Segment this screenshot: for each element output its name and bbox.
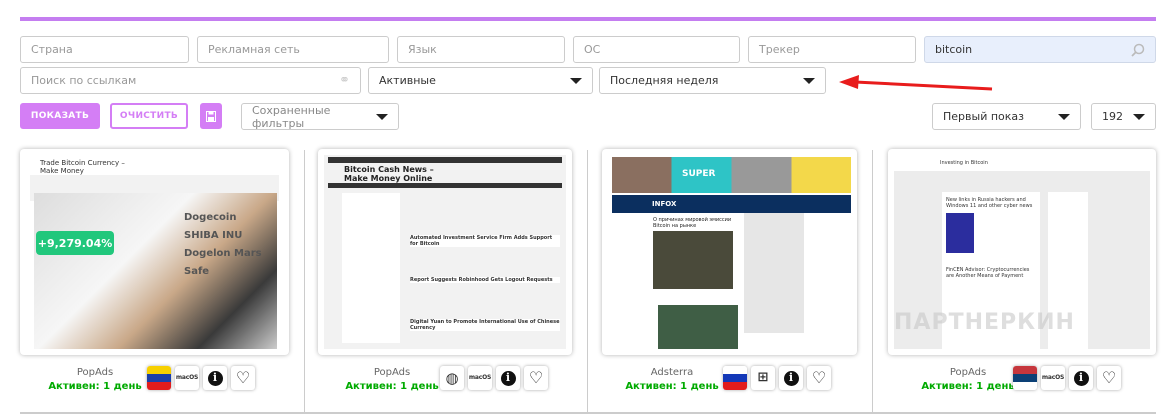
link-search-input[interactable]: Поиск по ссылкам ⚭	[20, 67, 361, 94]
favorite-button[interactable]: ♡	[1097, 366, 1121, 390]
save-filter-button[interactable]	[200, 103, 222, 129]
favorite-button[interactable]: ♡	[807, 366, 831, 390]
tracker-placeholder: Трекер	[759, 43, 800, 56]
link-icon: ⚭	[339, 73, 350, 88]
shot-banner: SUPER	[682, 169, 716, 179]
creative-card[interactable]: Trade Bitcoin Currency – Make Money +9,2…	[20, 149, 289, 355]
column-divider	[304, 150, 305, 412]
info-button[interactable]: i	[779, 366, 803, 390]
heart-icon: ♡	[1101, 368, 1117, 387]
info-button[interactable]: i	[496, 366, 520, 390]
heart-icon: ♡	[528, 368, 544, 387]
period-value: Последняя неделя	[610, 74, 719, 87]
shot-coin: Dogecoin	[184, 212, 237, 223]
shot-post: FinCEN Advisor: Cryptocurrencies are Ano…	[946, 267, 1036, 279]
column-divider	[587, 150, 588, 412]
saved-filters-label: Сохраненные фильтры	[252, 103, 331, 130]
flag-russia-icon	[723, 366, 747, 390]
macos-icon: macOS	[175, 366, 199, 390]
shot-post: Report Suggests Robinhood Gets Logout Re…	[410, 277, 560, 283]
per-page-value: 192	[1102, 110, 1123, 123]
info-icon: i	[500, 370, 516, 386]
bottom-divider	[20, 412, 1156, 414]
chevron-down-icon	[1058, 113, 1070, 120]
adnetwork-placeholder: Рекламная сеть	[208, 43, 300, 56]
status-active-label: Активен: 1 день	[921, 381, 1015, 392]
heart-icon: ♡	[235, 368, 251, 387]
macos-icon: macOS	[468, 366, 492, 390]
show-button[interactable]: ПОКАЗАТЬ	[20, 103, 100, 129]
shot-coin: SHIBA INU	[184, 230, 243, 241]
shot-post: Digital Yuan to Promote International Us…	[410, 319, 560, 331]
watermark: ПАРТНЕРКИН	[894, 310, 1075, 335]
floppy-disk-icon	[206, 110, 216, 122]
sort-select[interactable]: Первый показ	[932, 103, 1081, 130]
per-page-select[interactable]: 192	[1091, 103, 1156, 130]
red-arrow-annotation	[839, 75, 993, 91]
period-select[interactable]: Последняя неделя	[599, 67, 826, 94]
favorite-button[interactable]: ♡	[524, 366, 548, 390]
country-placeholder: Страна	[31, 43, 73, 56]
chevron-down-icon	[1133, 113, 1145, 120]
status-active-label: Активен: 1 день	[48, 381, 142, 392]
shot-headline: +9,279.04%	[36, 231, 114, 255]
heart-icon: ♡	[811, 368, 827, 387]
search-icon[interactable]	[1131, 43, 1145, 57]
globe-icon: ◍	[440, 366, 464, 390]
status-active-label: Активен: 1 день	[345, 381, 439, 392]
info-icon: i	[207, 370, 223, 386]
shot-title: Investing in Bitcoin	[940, 160, 988, 166]
creative-card[interactable]: Bitcoin Cash News – Make Money Online Au…	[318, 149, 572, 355]
shot-coin: Dogelon Mars	[184, 248, 262, 259]
status-select[interactable]: Активные	[368, 67, 593, 94]
info-button[interactable]: i	[1069, 366, 1093, 390]
favorite-button[interactable]: ♡	[231, 366, 255, 390]
language-placeholder: Язык	[408, 43, 437, 56]
landing-screenshot[interactable]: Trade Bitcoin Currency – Make Money +9,2…	[26, 155, 283, 349]
macos-icon: macOS	[1041, 366, 1065, 390]
landing-screenshot[interactable]: Bitcoin Cash News – Make Money Online Au…	[324, 155, 566, 349]
landing-screenshot[interactable]: Investing in Bitcoin New links in Russia…	[894, 155, 1150, 349]
shot-logo: INFOX	[612, 195, 851, 213]
shot-title: Trade Bitcoin Currency – Make Money	[40, 159, 125, 175]
status-active-label: Активен: 1 день	[625, 381, 719, 392]
chevron-down-icon	[570, 77, 582, 84]
info-icon: i	[1073, 370, 1089, 386]
search-value: bitcoin	[935, 43, 973, 56]
shot-title: Bitcoin Cash News – Make Money Online	[344, 165, 434, 183]
status-value: Активные	[379, 74, 436, 87]
chevron-down-icon	[803, 77, 815, 84]
country-select[interactable]: Страна	[20, 36, 189, 63]
adnetwork-select[interactable]: Рекламная сеть	[197, 36, 389, 63]
ad-network-label: PopAds	[373, 367, 411, 378]
ad-network-label: Adsterra	[650, 367, 694, 378]
creative-card[interactable]: SUPER INFOX О причинах мировой эмиссии B…	[602, 149, 857, 355]
clear-button[interactable]: ОЧИСТИТЬ	[110, 103, 188, 129]
column-divider	[872, 150, 873, 412]
search-input[interactable]: bitcoin	[924, 36, 1156, 63]
os-select[interactable]: ОС	[573, 36, 740, 63]
shot-title: О причинах мировой эмиссии Bitcoin на ры…	[653, 217, 732, 229]
creative-card[interactable]: Investing in Bitcoin New links in Russia…	[888, 149, 1156, 355]
shot-post: New links in Russia hackers and Windows …	[946, 197, 1036, 209]
sort-value: Первый показ	[943, 110, 1024, 123]
top-accent-bar	[20, 17, 1156, 21]
saved-filters-select[interactable]: Сохраненные фильтры	[241, 103, 399, 130]
windows-icon: ⊞	[751, 366, 775, 390]
info-button[interactable]: i	[203, 366, 227, 390]
link-search-placeholder: Поиск по ссылкам	[31, 74, 137, 87]
shot-coin: Safe	[184, 266, 210, 277]
ad-network-label: PopAds	[76, 367, 114, 378]
language-select[interactable]: Язык	[397, 36, 565, 63]
chevron-down-icon	[376, 113, 388, 120]
info-icon: i	[783, 370, 799, 386]
tracker-select[interactable]: Трекер	[748, 36, 916, 63]
flag-serbia-icon	[1013, 366, 1037, 390]
os-placeholder: ОС	[584, 43, 601, 56]
flag-venezuela-icon	[147, 366, 171, 390]
shot-post: Automated Investment Service Firm Adds S…	[410, 235, 560, 247]
ad-network-label: PopAds	[949, 367, 987, 378]
landing-screenshot[interactable]: SUPER INFOX О причинах мировой эмиссии B…	[608, 155, 851, 349]
